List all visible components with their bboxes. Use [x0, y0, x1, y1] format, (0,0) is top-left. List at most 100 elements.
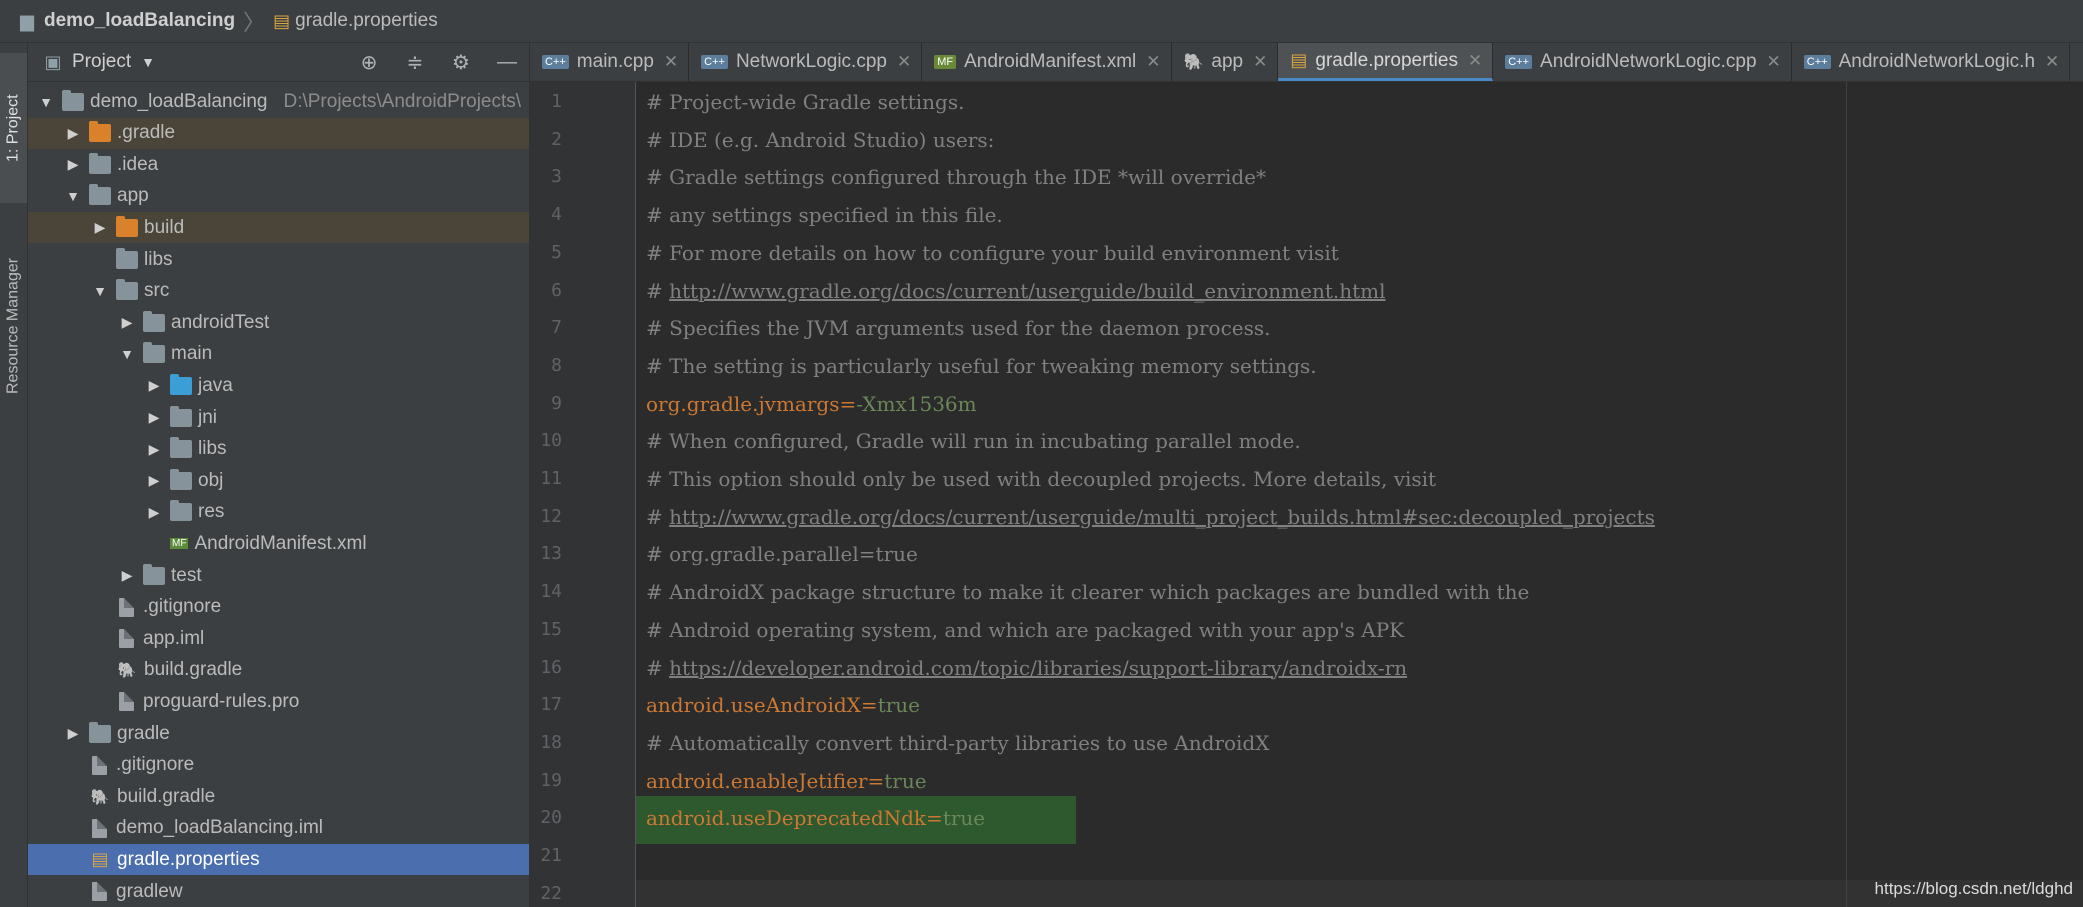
tree-item[interactable]: ▶ build	[28, 212, 529, 244]
close-icon[interactable]: ✕	[664, 52, 678, 72]
line-number: 8	[551, 354, 562, 376]
tree-item[interactable]: ▶ gradle	[28, 718, 529, 749]
gradle-icon: 🐘	[1183, 54, 1204, 71]
code-line: # Automatically convert third-party libr…	[646, 730, 1270, 755]
code-editor[interactable]: # Project-wide Gradle settings. # IDE (e.…	[636, 82, 2083, 907]
breadcrumb-project[interactable]: ▆ demo_loadBalancing	[10, 10, 235, 32]
code-line: # https://developer.android.com/topic/li…	[646, 655, 1408, 680]
cpp-file-icon: C++	[1803, 55, 1831, 69]
tree-item-label: gradlew	[116, 880, 183, 902]
tree-item[interactable]: ▶ test	[28, 560, 529, 591]
folder-icon	[89, 152, 111, 174]
tree-item[interactable]: ▶libs	[28, 244, 529, 275]
expand-arrow-right-icon[interactable]: ▶	[144, 472, 164, 489]
tree-item[interactable]: ▶gradlew	[28, 876, 529, 907]
editor-tab[interactable]: 🐘 app ✕	[1172, 43, 1279, 81]
editor-tab[interactable]: ▤ gradle.properties ✕	[1278, 43, 1494, 81]
close-icon[interactable]: ✕	[1253, 52, 1267, 72]
tree-item-label: build.gradle	[144, 659, 243, 681]
code-line: # http://www.gradle.org/docs/current/use…	[646, 278, 1386, 303]
expand-arrow-right-icon[interactable]: ▶	[144, 504, 164, 521]
expand-arrow-down-icon[interactable]: ▼	[36, 94, 56, 110]
close-icon[interactable]: ✕	[897, 52, 911, 72]
code-line: # IDE (e.g. Android Studio) users:	[646, 127, 995, 152]
expand-arrow-right-icon[interactable]: ▶	[117, 567, 137, 584]
code-line: # Project-wide Gradle settings.	[646, 90, 965, 114]
folder-icon	[116, 279, 138, 301]
tree-item[interactable]: ▶.gitignore	[28, 592, 529, 623]
expand-arrow-right-icon[interactable]: ▶	[63, 156, 83, 173]
tree-item[interactable]: ▼ src	[28, 276, 529, 307]
expand-arrow-down-icon[interactable]: ▼	[117, 346, 137, 362]
tree-item[interactable]: ▶🐘build.gradle	[28, 655, 529, 686]
expand-arrow-right-icon[interactable]: ▶	[144, 377, 164, 394]
editor-tab[interactable]: C++ main.cpp ✕	[530, 43, 690, 81]
line-number: 10	[540, 430, 562, 452]
tree-item-label: AndroidManifest.xml	[194, 532, 367, 554]
caret-row-highlight	[636, 880, 2083, 907]
url-link[interactable]: http://www.gradle.org/docs/current/userg…	[669, 279, 1385, 303]
tree-item-label: .gradle	[117, 122, 176, 144]
editor-tab[interactable]: C++ NetworkLogic.cpp ✕	[689, 43, 923, 81]
tree-item[interactable]: ▶▤gradle.properties	[28, 844, 529, 876]
tree-item[interactable]: ▼ demo_loadBalancing D:\Projects\AndroidPr…	[28, 86, 529, 117]
close-icon[interactable]: ✕	[1468, 51, 1482, 71]
gear-icon[interactable]: ⚙	[449, 50, 473, 75]
tree-item[interactable]: ▶demo_loadBalancing.iml	[28, 813, 529, 844]
tree-item-label: app	[117, 185, 149, 207]
close-icon[interactable]: ✕	[2045, 52, 2059, 72]
tree-item[interactable]: ▶.gitignore	[28, 750, 529, 781]
tree-item[interactable]: ▶MFAndroidManifest.xml	[28, 528, 529, 559]
close-icon[interactable]: ✕	[1146, 52, 1160, 72]
url-link[interactable]: https://developer.android.com/topic/libr…	[669, 656, 1407, 680]
code-line: android.enableJetifier=true	[646, 768, 927, 793]
chevron-down-icon[interactable]: ▼	[141, 54, 155, 70]
url-link[interactable]: http://www.gradle.org/docs/current/userg…	[669, 505, 1655, 529]
hide-panel-icon[interactable]: —	[495, 51, 519, 74]
expand-arrow-right-icon[interactable]: ▶	[90, 219, 110, 236]
editor-tab[interactable]: C++ AndroidNetworkLogic.cpp ✕	[1493, 43, 1792, 81]
tree-item[interactable]: ▶ androidTest	[28, 307, 529, 338]
editor-tab[interactable]: MF AndroidManifest.xml ✕	[922, 43, 1172, 81]
line-number: 6	[551, 279, 562, 301]
tool-window-stripe: 1: Project Resource Manager	[0, 43, 28, 907]
tree-item[interactable]: ▶libs	[28, 434, 529, 465]
tree-item[interactable]: ▶ jni	[28, 402, 529, 433]
project-view-selector[interactable]: Project	[72, 51, 131, 73]
tree-item[interactable]: ▶ res	[28, 497, 529, 528]
tree-item-label: app.iml	[143, 627, 205, 649]
breadcrumb-file[interactable]: ▤ gradle.properties	[273, 10, 438, 32]
properties-file-icon: ▤	[1290, 50, 1308, 70]
code-line: android.useDeprecatedNdk=true	[646, 806, 986, 831]
tool-tab-project[interactable]: 1: Project	[0, 53, 27, 203]
expand-arrow-right-icon[interactable]: ▶	[144, 409, 164, 426]
editor-tab[interactable]: C++ AndroidNetworkLogic.h ✕	[1792, 43, 2071, 81]
expand-arrow-right-icon[interactable]: ▶	[63, 725, 83, 742]
tree-item[interactable]: ▶🐘build.gradle	[28, 781, 529, 812]
tree-item-label: src	[144, 280, 170, 302]
collapse-all-icon[interactable]: ≑	[403, 50, 427, 75]
editor-tab-label: main.cpp	[576, 51, 654, 72]
code-line: org.gradle.jvmargs=-Xmx1536m	[646, 391, 977, 416]
tree-item[interactable]: ▶ java	[28, 370, 529, 401]
tree-item[interactable]: ▶proguard-rules.pro	[28, 686, 529, 717]
expand-arrow-right-icon[interactable]: ▶	[144, 441, 164, 458]
code-line: # When configured, Gradle will run in in…	[646, 429, 1301, 454]
expand-arrow-right-icon[interactable]: ▶	[63, 125, 83, 142]
expand-arrow-down-icon[interactable]: ▼	[63, 188, 83, 204]
line-number-gutter: 1 2 3 4 5 6 7 8 9 10 11 12 13 14 15 16 17 18 19 20 21 22	[530, 82, 636, 907]
tree-item[interactable]: ▶ .idea	[28, 149, 529, 180]
tree-item[interactable]: ▼ main	[28, 339, 529, 370]
expand-arrow-right-icon[interactable]: ▶	[117, 314, 137, 331]
tree-item[interactable]: ▼ app	[28, 181, 529, 212]
locate-file-icon[interactable]: ⊕	[357, 50, 381, 75]
expand-arrow-down-icon[interactable]: ▼	[90, 283, 110, 299]
editor-tab-label: gradle.properties	[1315, 49, 1458, 71]
close-icon[interactable]: ✕	[1767, 52, 1781, 72]
tree-item-label: test	[171, 564, 202, 586]
tree-item[interactable]: ▶ obj	[28, 465, 529, 496]
tool-tab-resource-manager[interactable]: Resource Manager	[0, 233, 27, 418]
tree-item[interactable]: ▶app.iml	[28, 623, 529, 654]
tree-item-label: gradle	[117, 722, 170, 744]
tree-item[interactable]: ▶ .gradle	[28, 117, 529, 149]
